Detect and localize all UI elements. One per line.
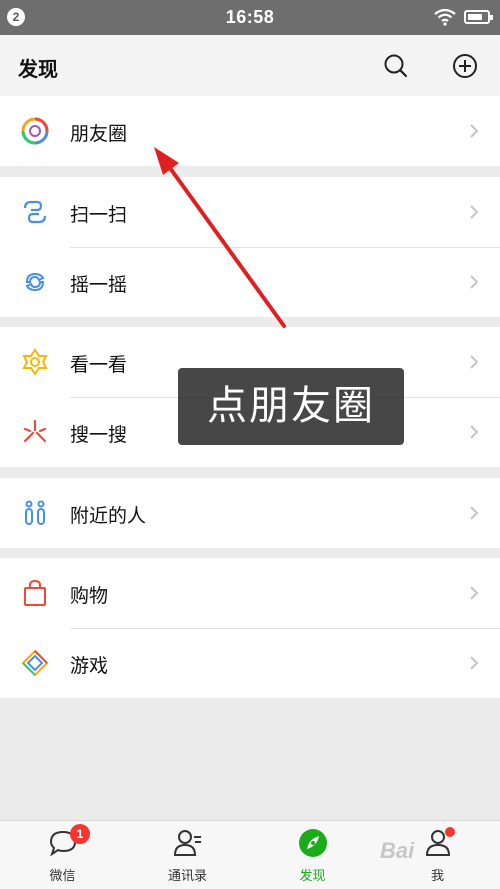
menu-group-scan-shake: 扫一扫 摇一摇	[0, 177, 500, 317]
menu-item-moments[interactable]: 朋友圈	[0, 96, 500, 166]
games-icon	[21, 649, 49, 677]
battery-icon	[464, 10, 493, 24]
menu-item-label: 游戏	[70, 656, 109, 677]
chevron-right-icon	[470, 205, 479, 219]
chevron-right-icon	[470, 425, 479, 439]
menu-item-label: 搜一搜	[70, 425, 128, 446]
search-icon[interactable]	[381, 51, 411, 81]
contacts-icon	[173, 830, 201, 856]
menu-item-label: 摇一摇	[70, 275, 128, 296]
search-explore-icon	[23, 419, 47, 443]
compass-icon	[299, 829, 327, 857]
moments-icon	[21, 117, 49, 145]
page-title: 发现	[18, 59, 58, 81]
plus-circle-icon[interactable]	[450, 51, 480, 81]
chevron-right-icon	[470, 355, 479, 369]
chevron-right-icon	[470, 656, 479, 670]
tab-label: 微信	[49, 868, 76, 883]
unread-badge: 1	[70, 824, 90, 844]
menu-group-shop-games: 购物 游戏	[0, 558, 500, 698]
tab-label: 通讯录	[167, 868, 207, 883]
wifi-icon	[434, 8, 456, 26]
menu-group-nearby: 附近的人	[0, 478, 500, 548]
chevron-right-icon	[470, 275, 479, 289]
chevron-right-icon	[470, 586, 479, 600]
status-bar: 2 16:58	[0, 0, 500, 35]
people-nearby-icon	[25, 500, 45, 525]
watermark: Bai	[380, 838, 415, 863]
tab-chats[interactable]: 1 微信	[0, 821, 125, 889]
nav-bar: 发现	[0, 35, 500, 96]
tab-label: 发现	[299, 868, 326, 883]
shake-icon	[25, 272, 45, 292]
menu-item-label: 扫一扫	[70, 205, 128, 226]
menu-item-label: 购物	[70, 586, 109, 607]
scan-icon	[23, 200, 47, 224]
tab-bar: 1 微信 通讯录 发现 我	[0, 820, 500, 889]
menu-item-people-nearby[interactable]: 附近的人	[0, 478, 500, 548]
menu-item-label: 看一看	[70, 355, 128, 376]
chevron-right-icon	[470, 124, 479, 138]
menu-item-label: 朋友圈	[70, 124, 128, 145]
tab-label: 我	[430, 868, 444, 883]
menu-item-scan[interactable]: 扫一扫	[0, 177, 500, 247]
tab-contacts[interactable]: 通讯录	[125, 821, 250, 889]
menu-group-moments: 朋友圈	[0, 96, 500, 166]
menu-item-label: 附近的人	[70, 506, 147, 527]
top-stories-icon	[22, 348, 48, 376]
menu-item-shopping[interactable]: 购物	[0, 558, 500, 628]
status-time: 16:58	[225, 7, 275, 27]
chevron-right-icon	[470, 506, 479, 520]
notification-dot	[445, 827, 455, 837]
menu-item-games[interactable]: 游戏	[0, 628, 500, 698]
annotation-label: 点朋友圈	[178, 368, 404, 445]
menu-item-shake[interactable]: 摇一摇	[0, 247, 500, 317]
shopping-bag-icon	[24, 579, 46, 606]
tab-discover[interactable]: 发现	[250, 821, 375, 889]
